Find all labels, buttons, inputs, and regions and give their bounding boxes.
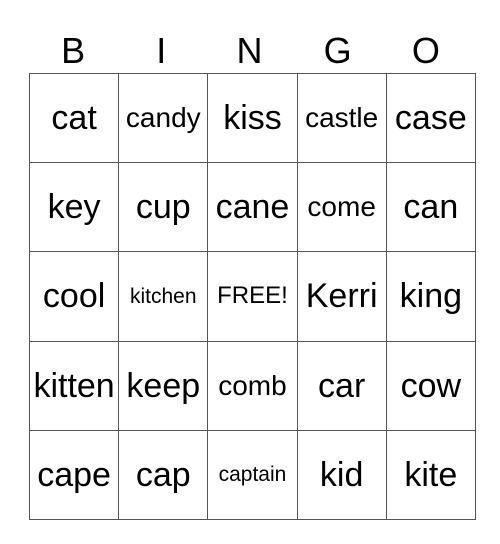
bingo-cell[interactable]: keep: [118, 340, 209, 431]
bingo-row: key cup cane come can: [28, 162, 476, 253]
bingo-cell[interactable]: kitchen: [118, 251, 209, 342]
bingo-cell[interactable]: case: [385, 72, 476, 164]
bingo-cell[interactable]: Kerri: [296, 251, 387, 342]
bingo-cell[interactable]: can: [385, 162, 476, 253]
bingo-cell[interactable]: cat: [28, 72, 120, 164]
bingo-cell[interactable]: kid: [296, 429, 387, 520]
bingo-cell[interactable]: cap: [118, 429, 209, 520]
bingo-cell[interactable]: cape: [28, 429, 120, 520]
bingo-row: cat candy kiss castle case: [28, 72, 476, 164]
bingo-cell[interactable]: car: [296, 340, 387, 431]
bingo-cell[interactable]: comb: [207, 340, 298, 431]
bingo-cell[interactable]: come: [296, 162, 387, 253]
header-letter-i: I: [156, 30, 167, 71]
header-letter-o: O: [411, 30, 440, 71]
bingo-cell[interactable]: cool: [28, 251, 120, 342]
bingo-row: kitten keep comb car cow: [28, 340, 476, 431]
bingo-cell[interactable]: kitten: [28, 340, 120, 431]
header-letter-n: N: [236, 30, 263, 71]
bingo-row: cool kitchen FREE! Kerri king: [28, 251, 476, 342]
bingo-row: cape cap captain kid kite: [28, 429, 476, 520]
bingo-grid: cat candy kiss castle case key cup cane come can c…: [28, 72, 476, 520]
bingo-header: B I N G O: [29, 28, 470, 73]
header-letter-g: G: [323, 30, 352, 71]
bingo-cell[interactable]: key: [28, 162, 120, 253]
header-letter-b: B: [61, 30, 86, 71]
bingo-cell[interactable]: kiss: [207, 72, 298, 164]
bingo-cell[interactable]: candy: [118, 72, 209, 164]
free-space-cell[interactable]: FREE!: [207, 251, 298, 342]
bingo-cell[interactable]: cane: [207, 162, 298, 253]
bingo-cell[interactable]: king: [385, 251, 476, 342]
bingo-cell[interactable]: kite: [385, 429, 476, 520]
bingo-cell[interactable]: castle: [296, 72, 387, 164]
bingo-cell[interactable]: captain: [207, 429, 298, 520]
bingo-cell[interactable]: cup: [118, 162, 209, 253]
bingo-cell[interactable]: cow: [385, 340, 476, 431]
